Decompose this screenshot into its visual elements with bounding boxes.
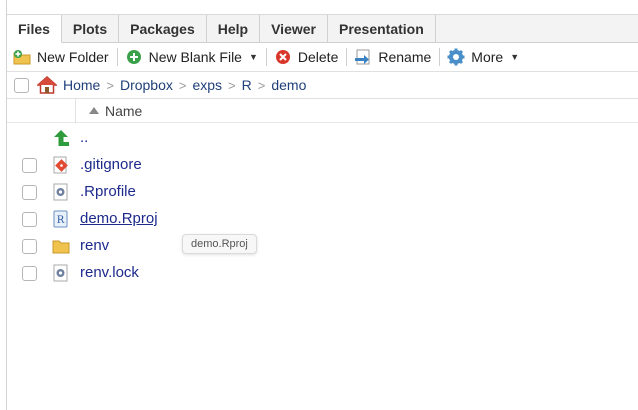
file-tooltip: demo.Rproj: [182, 234, 257, 254]
gear-file-icon: [52, 264, 70, 282]
file-name[interactable]: renv: [80, 237, 109, 254]
chevron-down-icon: ▼: [510, 52, 520, 62]
name-column-header[interactable]: Name: [89, 103, 142, 119]
rename-icon: [354, 48, 372, 66]
toolbar-divider: [439, 48, 441, 66]
new-blank-file-label: New Blank File: [148, 49, 242, 65]
breadcrumb-r[interactable]: R: [242, 77, 252, 93]
folder-icon: [52, 237, 70, 255]
toolbar-divider: [116, 48, 118, 66]
file-row[interactable]: renv: [7, 233, 638, 260]
breadcrumb-separator: >: [106, 77, 114, 93]
tab-help[interactable]: Help: [207, 15, 261, 42]
file-row[interactable]: R demo.Rproj: [7, 206, 638, 233]
file-row[interactable]: .gitignore: [7, 152, 638, 179]
column-divider: [75, 99, 76, 123]
rename-label: Rename: [378, 49, 432, 65]
file-row[interactable]: renv.lock: [7, 260, 638, 287]
row-checkbox[interactable]: [22, 158, 37, 173]
chevron-down-icon: ▼: [248, 52, 258, 62]
rename-button[interactable]: Rename: [354, 48, 437, 66]
row-checkbox[interactable]: [22, 239, 37, 254]
rproj-file-icon: R: [52, 210, 70, 228]
breadcrumb: Home > Dropbox > exps > R > demo: [7, 72, 638, 99]
new-folder-label: New Folder: [37, 49, 109, 65]
tab-presentation[interactable]: Presentation: [328, 15, 436, 42]
breadcrumb-demo[interactable]: demo: [271, 77, 306, 93]
git-file-icon: [52, 156, 70, 174]
file-list: .. .gitignore .Rprofile R demo.Rproj ren…: [7, 123, 638, 287]
files-toolbar: New Folder New Blank File ▼ Delete Renam…: [7, 43, 638, 72]
home-icon[interactable]: [37, 76, 57, 94]
toolbar-divider: [265, 48, 267, 66]
row-checkbox[interactable]: [22, 266, 37, 281]
sort-ascending-icon: [89, 107, 99, 114]
file-name[interactable]: ..: [80, 129, 88, 146]
breadcrumb-dropbox[interactable]: Dropbox: [120, 77, 173, 93]
breadcrumb-separator: >: [257, 77, 266, 93]
gear-file-icon: [52, 183, 70, 201]
pane-tabbar: Files Plots Packages Help Viewer Present…: [7, 15, 638, 43]
more-label: More: [471, 49, 504, 65]
add-file-icon: [125, 48, 143, 66]
delete-button[interactable]: Delete: [274, 48, 344, 66]
files-pane: Files Plots Packages Help Viewer Present…: [6, 0, 638, 410]
tab-files[interactable]: Files: [7, 15, 62, 43]
file-name[interactable]: renv.lock: [80, 264, 139, 281]
tab-plots[interactable]: Plots: [62, 15, 120, 42]
file-name[interactable]: .gitignore: [80, 156, 142, 173]
delete-icon: [274, 48, 292, 66]
svg-text:R: R: [57, 215, 65, 226]
row-checkbox[interactable]: [22, 185, 37, 200]
breadcrumb-home[interactable]: Home: [63, 77, 100, 93]
new-folder-icon: [13, 48, 31, 66]
toolbar-divider: [346, 48, 348, 66]
file-name[interactable]: demo.Rproj: [80, 210, 158, 227]
breadcrumb-exps[interactable]: exps: [192, 77, 222, 93]
file-name[interactable]: .Rprofile: [80, 183, 136, 200]
top-strip: [7, 0, 638, 15]
delete-label: Delete: [297, 49, 339, 65]
up-arrow-icon: [52, 129, 70, 147]
new-folder-button[interactable]: New Folder: [13, 48, 115, 66]
column-header: Name: [7, 99, 638, 123]
row-checkbox[interactable]: [22, 212, 37, 227]
gear-icon: [447, 48, 465, 66]
file-row[interactable]: .Rprofile: [7, 179, 638, 206]
new-blank-file-button[interactable]: New Blank File ▼: [125, 48, 264, 66]
tab-packages[interactable]: Packages: [119, 15, 207, 42]
file-row-parent[interactable]: ..: [7, 125, 638, 152]
select-all-checkbox[interactable]: [14, 77, 29, 93]
more-button[interactable]: More ▼: [447, 48, 525, 66]
tab-viewer[interactable]: Viewer: [260, 15, 328, 42]
breadcrumb-separator: >: [228, 77, 236, 93]
name-column-label: Name: [105, 102, 143, 119]
breadcrumb-separator: >: [178, 77, 187, 93]
